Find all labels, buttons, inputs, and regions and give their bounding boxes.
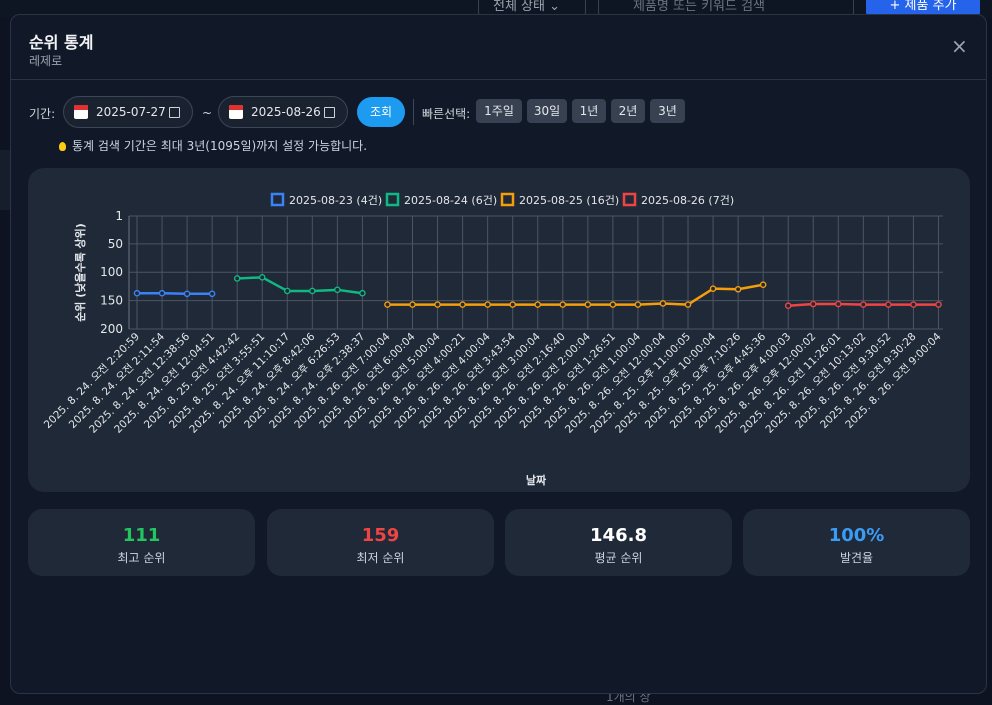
start-date-value: 2025-07-27 [96,105,166,119]
stat-best-value: 111 [122,525,161,546]
data-point [559,301,567,308]
header-divider [11,79,986,80]
y-axis-title: 순위 (낮을수록 상위) [73,223,87,322]
legend-label: 2025-08-23 (4건) [289,194,382,207]
legend-swatch [500,192,515,207]
stat-average-value: 146.8 [590,525,647,546]
quick-3year-button[interactable]: 3년 [650,99,685,123]
stat-card-best: 111 최고 순위 [28,509,255,576]
data-point [208,290,216,298]
data-point [258,274,266,281]
filter-divider [413,99,414,125]
quick-1year-button[interactable]: 1년 [572,99,606,123]
series-line [137,291,213,296]
stat-average-label: 평균 순위 [594,551,643,565]
legend-label: 2025-08-26 (7건) [641,194,734,207]
data-point [935,301,942,308]
data-point [233,275,241,282]
modal-subtitle: 레제로 [29,54,63,68]
legend-swatch [622,192,637,207]
data-point [860,301,867,308]
data-point [734,285,742,293]
quick-30days-button[interactable]: 30일 [527,99,567,123]
data-point [759,281,767,289]
legend-swatch [270,192,285,207]
y-tick-label: 100 [100,265,123,279]
stat-card-found-rate: 100% 발견율 [743,509,970,576]
data-point [484,301,491,308]
stat-worst-value: 159 [361,525,400,546]
legend-label: 2025-08-25 (16건) [519,194,619,207]
end-date-value: 2025-08-26 [251,105,321,119]
start-date-input[interactable]: 2025-07-27 [63,96,193,128]
period-hint-text: 통계 검색 기간은 최대 3년(1095일)까지 설정 가능합니다. [72,139,368,153]
quick-1week-button[interactable]: 1주일 [476,99,522,123]
data-point [158,289,166,297]
data-point [634,301,642,308]
legend-label: 2025-08-24 (6건) [404,194,497,207]
stat-card-worst: 159 최저 순위 [267,509,494,576]
date-picker-icon[interactable] [169,107,180,118]
end-date-input[interactable]: 2025-08-26 [218,96,348,128]
stat-worst-label: 최저 순위 [356,551,405,565]
data-point [384,301,391,308]
date-range-separator: ~ [202,106,213,120]
search-button[interactable]: 조회 [357,97,405,127]
y-tick-label: 150 [100,294,123,308]
data-point [910,301,917,308]
data-point [659,300,667,307]
y-tick-label: 1 [115,209,123,223]
date-picker-icon[interactable] [324,107,335,118]
rank-line-chart: 1501001502002025. 8. 24. 오전 2:20:592025.… [42,192,944,487]
data-point [434,301,441,308]
data-point [834,300,842,308]
legend-swatch [385,192,400,207]
stat-found-rate-label: 발견율 [839,551,874,565]
modal-title: 순위 통계 [29,33,94,52]
data-point [183,290,191,298]
data-point [359,289,366,297]
x-axis-title: 날짜 [526,473,547,487]
lightbulb-icon [59,142,66,151]
data-point [283,287,291,295]
data-point [409,301,416,308]
y-tick-label: 200 [100,322,123,336]
quick-2year-button[interactable]: 2년 [611,99,645,123]
calendar-icon [229,105,243,119]
period-label: 기간: [29,107,56,121]
data-point [885,301,892,308]
stat-card-average: 146.8 평균 순위 [505,509,732,576]
data-point [133,289,141,297]
data-point [784,302,792,310]
data-point [534,301,542,308]
rank-stats-modal: 순위 통계 레제로 × 기간: 2025-07-27 ~ 2025-08-26 … [10,14,987,694]
period-hint: 통계 검색 기간은 최대 3년(1095일)까지 설정 가능합니다. [59,137,367,154]
data-point [459,301,466,308]
calendar-icon [74,105,88,119]
stat-found-rate-value: 100% [828,525,885,546]
series-line [387,283,764,306]
close-icon[interactable]: × [951,35,968,57]
series-line [237,276,363,295]
data-point [809,300,817,308]
stat-best-label: 최고 순위 [117,551,166,565]
rank-chart-card: 1 50 100 150 200 2025. 8. 24. 오전 2:20:59 2025.… [28,168,970,492]
data-point [709,285,717,292]
data-point [684,301,692,308]
data-point [334,286,341,294]
data-point [609,301,617,308]
data-point [509,301,516,308]
y-tick-label: 50 [108,237,123,251]
data-point [309,287,316,295]
background-sidebar-fragment [0,150,10,210]
data-point [584,301,592,308]
quick-select-label: 빠른선택: [422,107,471,121]
